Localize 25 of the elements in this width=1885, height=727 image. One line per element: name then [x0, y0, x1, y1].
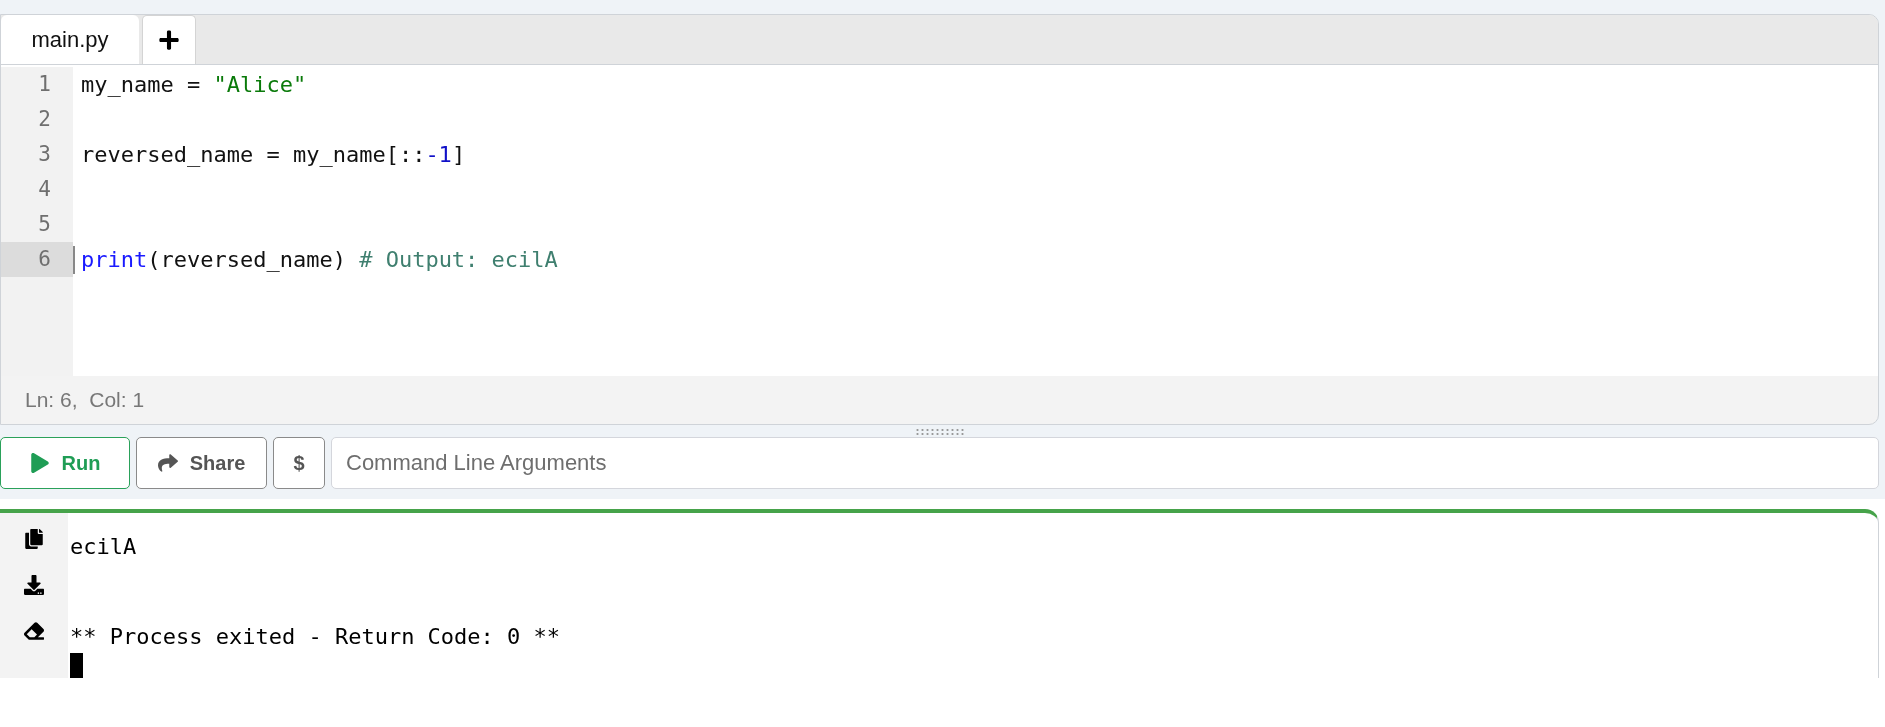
line-number: 4: [1, 172, 73, 207]
cursor-position: Ln: 6, Col: 1: [24, 387, 146, 413]
share-button[interactable]: Share: [136, 437, 267, 489]
code-line: my_name = "Alice": [80, 70, 307, 99]
download-icon[interactable]: [24, 575, 44, 595]
arguments-field[interactable]: Command Line Arguments: [331, 437, 1879, 489]
line-number: 1: [1, 67, 73, 102]
line-number: 3: [1, 137, 73, 172]
dollar-button[interactable]: $: [273, 437, 325, 489]
resize-handle[interactable]: [914, 427, 965, 435]
file-tab[interactable]: main.py: [1, 15, 139, 64]
plus-icon: [158, 29, 180, 51]
exit-message: ** Process exited - Return Code: 0 **: [70, 623, 561, 651]
add-file-button[interactable]: [142, 15, 196, 64]
play-icon: [29, 453, 50, 473]
terminal-cursor: [70, 653, 83, 678]
line-number: 2: [1, 102, 73, 137]
line-number: 5: [1, 207, 73, 242]
copy-icon[interactable]: [24, 529, 44, 549]
share-icon: [157, 453, 178, 473]
terminal-output: ecilA: [70, 533, 138, 561]
eraser-icon[interactable]: [24, 621, 44, 641]
code-line: print(reversed_name) # Output: ecilA: [73, 245, 558, 274]
code-line: reversed_name = my_name[::-1]: [80, 140, 466, 169]
line-number: 6: [1, 242, 73, 277]
